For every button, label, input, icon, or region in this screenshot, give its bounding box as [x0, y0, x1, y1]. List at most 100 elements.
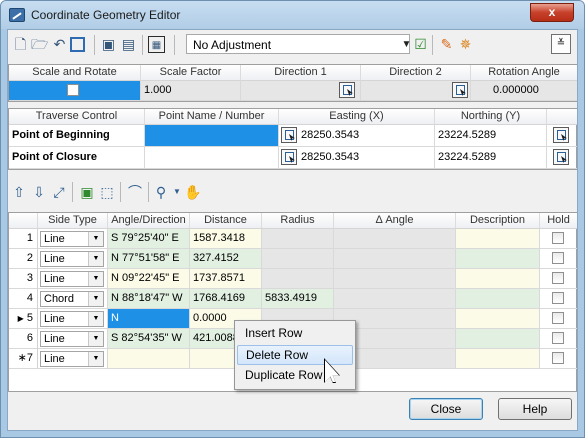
- side-type-cell[interactable]: Line ▼: [38, 329, 108, 349]
- hold-cell[interactable]: [540, 349, 577, 369]
- delta-angle-cell[interactable]: [334, 269, 456, 289]
- side-type-cell[interactable]: Line ▼: [38, 249, 108, 269]
- hold-checkbox[interactable]: [552, 352, 564, 364]
- chevron-down-icon[interactable]: ▼: [88, 352, 103, 366]
- angle-direction-cell[interactable]: N 88°18'47" W: [108, 289, 190, 309]
- hold-checkbox[interactable]: [552, 332, 564, 344]
- description-cell[interactable]: [456, 249, 540, 269]
- description-cell[interactable]: [456, 269, 540, 289]
- radius-cell[interactable]: [262, 249, 334, 269]
- distance-cell[interactable]: 1768.4169: [190, 289, 262, 309]
- pick-direction-1-icon[interactable]: [339, 82, 355, 98]
- side-type-combo[interactable]: Line ▼: [40, 251, 104, 267]
- select-icon[interactable]: ⬚: [98, 183, 116, 201]
- save-as-icon[interactable]: ▤: [120, 36, 137, 53]
- hold-cell[interactable]: [540, 309, 577, 329]
- chevron-down-icon[interactable]: ▼: [88, 312, 103, 326]
- side-type-combo[interactable]: Line ▼: [40, 331, 104, 347]
- angle-direction-cell[interactable]: S 79°25'40" E: [108, 229, 190, 249]
- direction-2-cell[interactable]: [361, 81, 471, 101]
- pick-point-icon[interactable]: [553, 149, 569, 165]
- row-number[interactable]: 3: [9, 269, 38, 289]
- side-type-cell[interactable]: Line ▼: [38, 349, 108, 369]
- adjustment-select[interactable]: No Adjustment: [186, 34, 410, 54]
- pick-point-icon[interactable]: [281, 127, 297, 143]
- hold-cell[interactable]: [540, 229, 577, 249]
- scale-factor-cell[interactable]: 1.000: [141, 81, 241, 101]
- scale-rotate-cell[interactable]: [9, 81, 141, 101]
- chevron-down-icon[interactable]: ▼: [88, 252, 103, 266]
- title-bar[interactable]: Coordinate Geometry Editor x: [1, 1, 584, 29]
- point-of-closure-pick-cell[interactable]: [547, 147, 577, 169]
- new-icon[interactable]: 🗋: [12, 36, 29, 53]
- hold-checkbox[interactable]: [552, 312, 564, 324]
- delta-angle-cell[interactable]: [334, 249, 456, 269]
- direction-1-cell[interactable]: [241, 81, 361, 101]
- row-number[interactable]: 6: [9, 329, 38, 349]
- description-cell[interactable]: [456, 289, 540, 309]
- duplicate-row-menu-item[interactable]: Duplicate Row: [237, 366, 353, 386]
- side-type-cell[interactable]: Line ▼: [38, 309, 108, 329]
- collapse-button[interactable]: ≚: [551, 34, 571, 54]
- point-of-beginning-northing[interactable]: 23224.5289: [435, 125, 547, 147]
- pick-direction-2-icon[interactable]: [452, 82, 468, 98]
- radius-cell[interactable]: 5833.4919: [262, 289, 334, 309]
- hold-checkbox[interactable]: [552, 272, 564, 284]
- close-button[interactable]: Close: [409, 398, 483, 420]
- move-up-icon[interactable]: ⇧: [10, 183, 28, 201]
- chevron-down-icon[interactable]: ▼: [88, 292, 103, 306]
- hold-cell[interactable]: [540, 289, 577, 309]
- angle-direction-cell[interactable]: N 09°22'45" E: [108, 269, 190, 289]
- side-type-cell[interactable]: Line ▼: [38, 229, 108, 249]
- point-of-closure-northing[interactable]: 23224.5289: [435, 147, 547, 169]
- save-icon[interactable]: ▣: [100, 36, 117, 53]
- side-type-cell[interactable]: Line ▼: [38, 269, 108, 289]
- sketch-icon[interactable]: ✎: [438, 36, 455, 53]
- settings-icon[interactable]: ✵: [457, 36, 474, 53]
- point-of-beginning-pick-cell[interactable]: [547, 125, 577, 147]
- side-type-combo[interactable]: Line ▼: [40, 231, 104, 247]
- undo-icon[interactable]: ↶: [51, 36, 68, 53]
- row-number[interactable]: 2: [9, 249, 38, 269]
- point-of-closure-point-cell[interactable]: [145, 147, 279, 169]
- description-cell[interactable]: [456, 229, 540, 249]
- point-of-beginning-easting-cell[interactable]: 28250.3543: [279, 125, 435, 147]
- description-cell[interactable]: [456, 329, 540, 349]
- angle-direction-cell[interactable]: N 77°51'58" E: [108, 249, 190, 269]
- rectangle-icon[interactable]: [70, 37, 85, 52]
- radius-cell[interactable]: [262, 229, 334, 249]
- add-course-icon[interactable]: ▣: [78, 183, 96, 201]
- chevron-down-icon[interactable]: ▼: [88, 232, 103, 246]
- close-window-button[interactable]: x: [530, 3, 574, 22]
- point-of-closure-easting-cell[interactable]: 28250.3543: [279, 147, 435, 169]
- side-type-combo[interactable]: Line ▼: [40, 351, 104, 367]
- chevron-down-icon[interactable]: ▼: [88, 272, 103, 286]
- hold-cell[interactable]: [540, 249, 577, 269]
- insert-row-menu-item[interactable]: Insert Row: [237, 324, 353, 344]
- distance-cell[interactable]: 1587.3418: [190, 229, 262, 249]
- radius-cell[interactable]: [262, 269, 334, 289]
- angle-direction-cell-active[interactable]: N: [108, 309, 190, 329]
- hold-cell[interactable]: [540, 269, 577, 289]
- rotation-angle-cell[interactable]: 0.000000: [471, 81, 577, 101]
- curve-icon[interactable]: ⌒: [126, 183, 144, 201]
- delta-angle-cell[interactable]: [334, 229, 456, 249]
- pan-icon[interactable]: ✋: [184, 183, 202, 201]
- side-type-cell[interactable]: Chord ▼: [38, 289, 108, 309]
- accept-icon[interactable]: ☑: [412, 36, 429, 53]
- side-type-combo[interactable]: Line ▼: [40, 271, 104, 287]
- move-down-icon[interactable]: ⇩: [30, 183, 48, 201]
- help-button[interactable]: Help: [498, 398, 572, 420]
- row-number[interactable]: 4: [9, 289, 38, 309]
- delete-row-menu-item[interactable]: Delete Row: [237, 345, 353, 365]
- hold-checkbox[interactable]: [552, 292, 564, 304]
- hold-checkbox[interactable]: [552, 252, 564, 264]
- reverse-icon[interactable]: ⤢: [50, 183, 68, 201]
- description-cell[interactable]: [456, 349, 540, 369]
- point-of-beginning-point-cell[interactable]: [145, 125, 279, 147]
- open-icon[interactable]: 🗁: [31, 36, 48, 53]
- angle-direction-cell[interactable]: [108, 349, 190, 369]
- side-type-combo[interactable]: Line ▼: [40, 311, 104, 327]
- angle-direction-cell[interactable]: S 82°54'35" W: [108, 329, 190, 349]
- row-number[interactable]: 1: [9, 229, 38, 249]
